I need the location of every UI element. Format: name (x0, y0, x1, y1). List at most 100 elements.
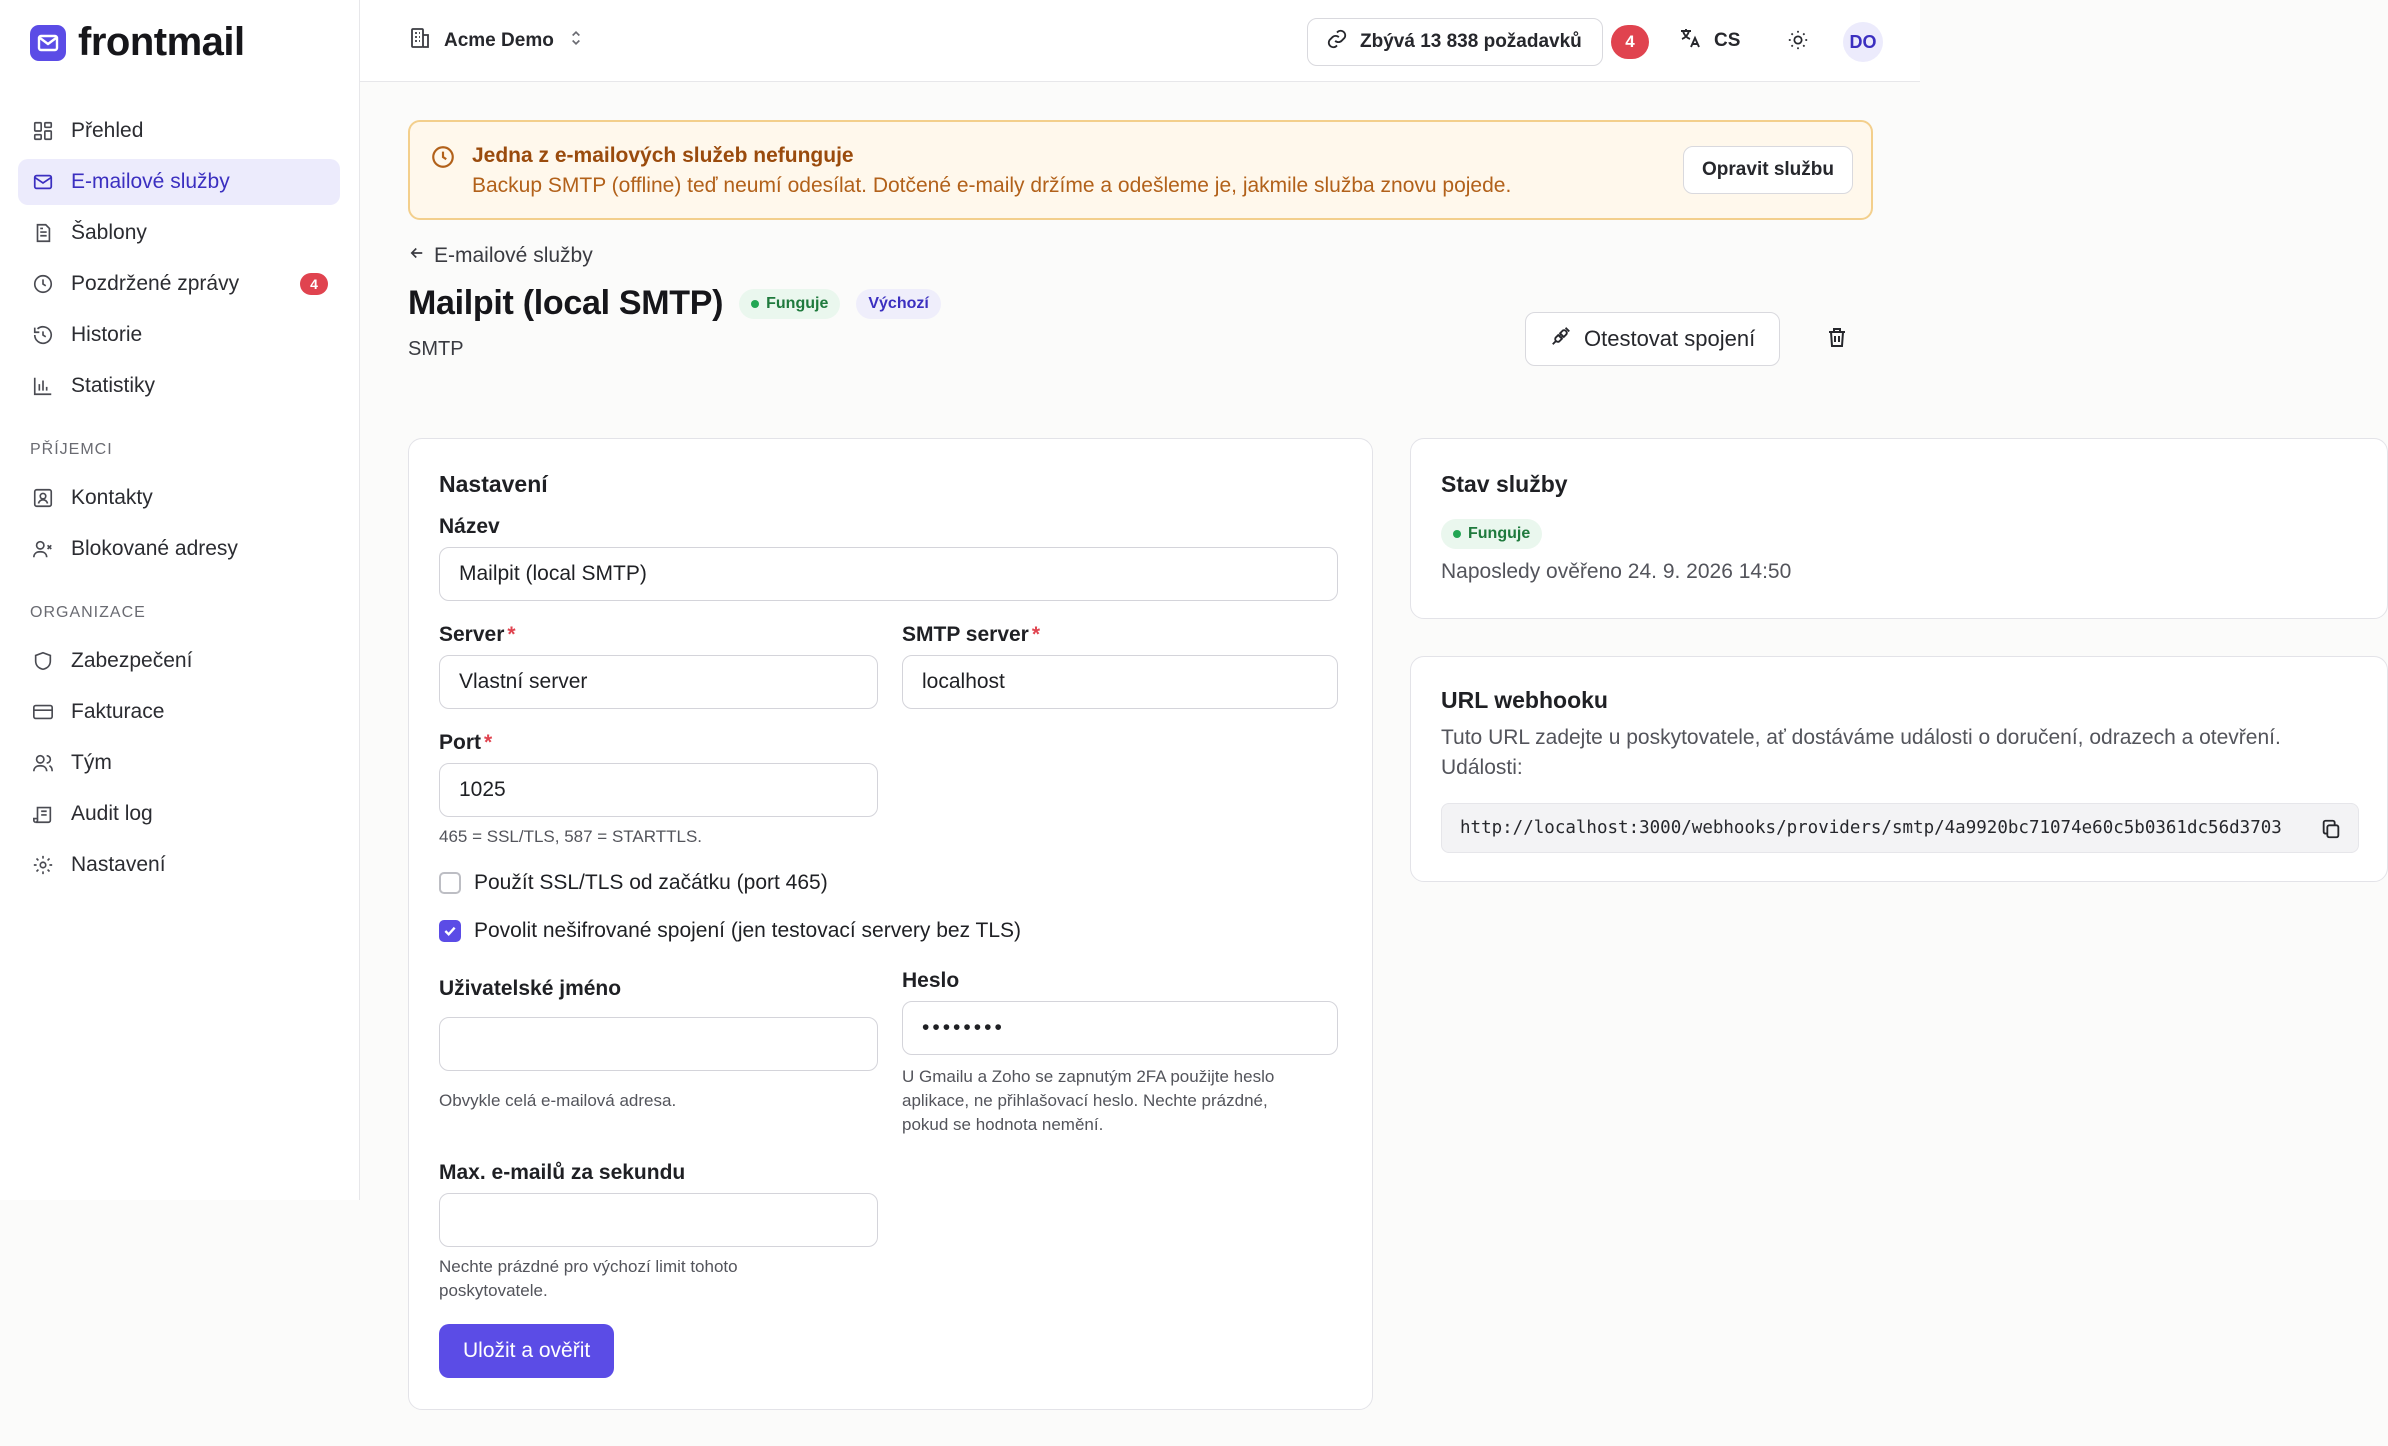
plug-icon (1550, 325, 1572, 353)
clock-icon (30, 271, 56, 297)
language-label: CS (1714, 30, 1741, 51)
sidebar-item-label: Přehled (71, 119, 144, 142)
port-input[interactable] (439, 763, 878, 817)
webhook-url: http://localhost:3000/webhooks/providers… (1460, 818, 2282, 838)
sidebar-item-history[interactable]: Historie (18, 312, 340, 358)
sidebar-item-label: Fakturace (71, 700, 165, 723)
username-label: Uživatelské jméno (439, 977, 622, 1000)
status-dot-icon (751, 299, 760, 308)
sun-icon (1787, 29, 1809, 56)
sidebar-item-label: Historie (71, 323, 143, 346)
sidebar-item-label: Pozdržené zprávy (71, 272, 240, 295)
username-input[interactable] (439, 1017, 878, 1071)
gear-icon (30, 852, 56, 878)
sidebar-item-email-services[interactable]: E-mailové služby (18, 159, 340, 205)
sidebar-item-label: Kontakty (71, 486, 153, 509)
sidebar-item-statistics[interactable]: Statistiky (18, 363, 340, 409)
check-icon (444, 926, 456, 937)
password-hint: U Gmailu a Zoho se zapnutým 2FA použijte… (902, 1067, 1275, 1134)
arrow-left-icon (408, 244, 426, 268)
service-status-badge-label: Funguje (1468, 525, 1531, 542)
topbar: Acme Demo Zbývá 13 838 požadavků 4 CS DO (360, 0, 1920, 82)
rate-limit-input[interactable] (439, 1193, 878, 1247)
name-input[interactable] (439, 547, 1338, 601)
page-title: Mailpit (local SMTP) (408, 284, 724, 322)
sidebar-item-templates[interactable]: Šablony (18, 210, 340, 256)
smtp-server-label: SMTP server * (902, 623, 1041, 646)
mail-icon (30, 169, 56, 195)
copy-icon (2322, 819, 2340, 839)
building-icon (408, 26, 432, 56)
webhook-description: Tuto URL zadejte u poskytovatele, ať dos… (1441, 726, 2281, 779)
history-icon (30, 322, 56, 348)
sidebar-item-team[interactable]: Tým (18, 740, 340, 786)
bar-chart-icon (30, 373, 56, 399)
ssl-checkbox-row[interactable]: Použít SSL/TLS od začátku (port 465) (439, 871, 828, 895)
sidebar-item-label: Audit log (71, 802, 153, 825)
brand[interactable]: frontmail (30, 20, 245, 65)
sidebar-item-security[interactable]: Zabezpečení (18, 638, 340, 684)
status-badge: Funguje (739, 288, 841, 319)
sidebar-item-contacts[interactable]: Kontakty (18, 475, 340, 521)
org-switcher[interactable]: Acme Demo (408, 26, 586, 56)
save-verify-button[interactable]: Uložit a ověřit (439, 1324, 615, 1378)
chevron-up-down-icon (566, 28, 586, 54)
server-select[interactable] (439, 655, 878, 709)
sidebar-item-held-messages[interactable]: Pozdržené zprávy 4 (18, 261, 340, 307)
brand-name: frontmail (78, 20, 245, 64)
sidebar-item-audit-log[interactable]: Audit log (18, 791, 340, 837)
delete-button[interactable] (1820, 322, 1854, 356)
sidebar-item-billing[interactable]: Fakturace (18, 689, 340, 735)
service-status-title: Stav služby (1441, 471, 1568, 497)
service-status-card: Stav služby Funguje Naposledy ověřeno 24… (1410, 438, 2388, 619)
sidebar-item-blocked-addresses[interactable]: Blokované adresy (18, 526, 340, 572)
user-x-icon (30, 536, 56, 562)
default-badge: Výchozí (856, 288, 941, 319)
settings-card: Nastavení Název Server* SMTP server* Por… (408, 438, 1373, 1410)
shield-icon (30, 648, 56, 674)
language-switcher[interactable]: CS (1678, 26, 1740, 56)
theme-toggle[interactable] (1782, 26, 1814, 58)
dashboard-icon (30, 118, 56, 144)
copy-button[interactable] (2318, 816, 2344, 842)
smtp-server-input[interactable] (902, 655, 1338, 709)
sidebar-item-label: Nastavení (71, 853, 166, 876)
trash-icon (1825, 325, 1849, 354)
sidebar-nav: Přehled E-mailové služby Šablony Pozdrže… (18, 108, 340, 893)
password-input[interactable] (902, 1001, 1338, 1055)
notification-badge[interactable]: 4 (1611, 25, 1649, 59)
back-link[interactable]: E-mailové služby (408, 244, 593, 268)
webhook-title: URL webhooku (1441, 687, 1608, 713)
server-label: Server * (439, 623, 516, 646)
quota-button[interactable]: Zbývá 13 838 požadavků (1307, 18, 1603, 66)
users-icon (30, 750, 56, 776)
ssl-checkbox[interactable] (439, 872, 461, 894)
avatar[interactable]: DO (1843, 22, 1883, 62)
unencrypted-checkbox[interactable] (439, 920, 461, 942)
alert-title: Jedna z e-mailových služeb nefunguje (472, 144, 854, 167)
page-subtitle: SMTP (408, 338, 464, 360)
port-label: Port * (439, 731, 493, 754)
section-organization: ORGANIZACE (30, 604, 146, 621)
webhook-url-box[interactable]: http://localhost:3000/webhooks/providers… (1441, 803, 2359, 853)
password-label: Heslo (902, 969, 960, 992)
held-messages-badge: 4 (300, 273, 328, 295)
status-badge-label: Funguje (766, 294, 829, 312)
title-row: Mailpit (local SMTP) Funguje Výchozí (408, 284, 941, 323)
test-connection-button[interactable]: Otestovat spojení (1525, 312, 1781, 366)
sidebar-item-label: E-mailové služby (71, 170, 230, 193)
unencrypted-checkbox-row[interactable]: Povolit nešifrované spojení (jen testova… (439, 919, 1021, 943)
sidebar-item-overview[interactable]: Přehled (18, 108, 340, 154)
rate-limit-hint: Nechte prázdné pro výchozí limit tohoto … (439, 1257, 738, 1300)
sidebar-item-settings[interactable]: Nastavení (18, 842, 340, 888)
sidebar-item-label: Zabezpečení (71, 649, 193, 672)
brand-logo-icon (30, 24, 66, 61)
credit-card-icon (30, 699, 56, 725)
service-status-badge: Funguje (1441, 519, 1543, 549)
test-connection-label: Otestovat spojení (1584, 326, 1756, 351)
fix-service-button[interactable]: Opravit službu (1683, 146, 1853, 194)
template-icon (30, 220, 56, 246)
sidebar-item-label: Tým (71, 751, 112, 774)
unencrypted-checkbox-label: Povolit nešifrované spojení (jen testova… (474, 919, 1022, 942)
ssl-checkbox-label: Použít SSL/TLS od začátku (port 465) (474, 871, 828, 894)
